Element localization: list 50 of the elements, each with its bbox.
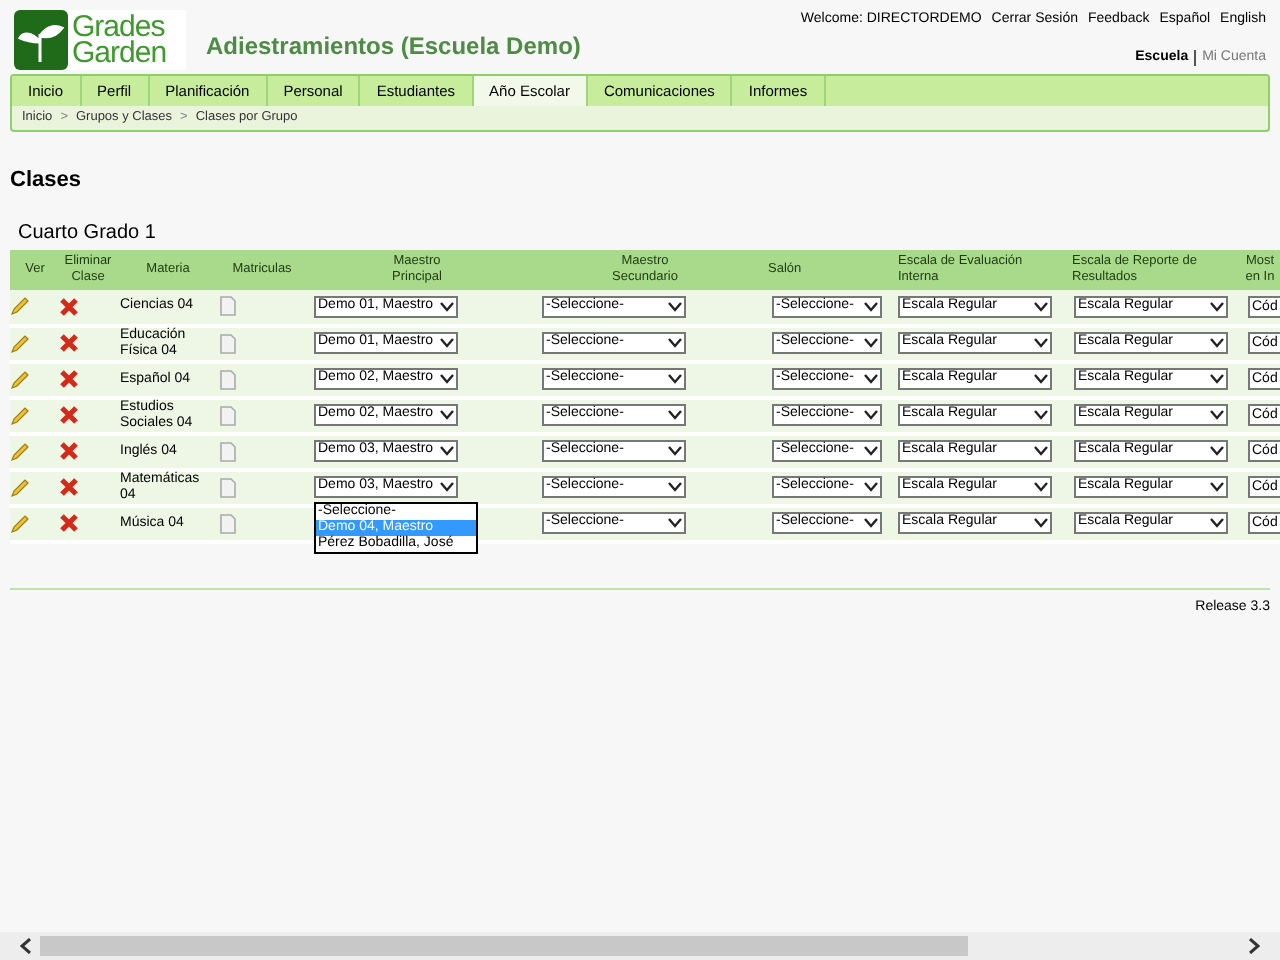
caret-icon <box>864 446 878 456</box>
site-title: Adiestramientos (Escuela Demo) <box>206 30 581 64</box>
delete-icon[interactable] <box>60 442 78 460</box>
caret-icon <box>1210 338 1224 348</box>
caret-icon <box>864 338 878 348</box>
caret-icon <box>864 301 878 311</box>
delete-icon[interactable] <box>60 406 78 424</box>
caret-icon <box>864 410 878 420</box>
delete-icon[interactable] <box>60 514 78 532</box>
caret-icon <box>864 482 878 492</box>
caret-icon <box>1034 301 1048 311</box>
caret-icon <box>668 338 682 348</box>
caret-icon <box>668 374 682 384</box>
caret-icon <box>440 410 454 420</box>
caret-icon <box>668 518 682 528</box>
caret-icon <box>440 301 454 311</box>
delete-icon[interactable] <box>60 334 78 352</box>
caret-icon <box>1034 482 1048 492</box>
scrollbar-thumb[interactable] <box>40 936 968 956</box>
caret-icon <box>440 374 454 384</box>
caret-icon <box>1034 374 1048 384</box>
page-heading: Clases <box>10 166 83 196</box>
caret-icon <box>440 482 454 492</box>
caret-icon <box>668 482 682 492</box>
logo-text: Grades <box>72 14 165 40</box>
logo-text: Garden <box>72 40 167 66</box>
caret-icon <box>1034 518 1048 528</box>
scroll-left-icon[interactable] <box>20 938 32 954</box>
caret-icon <box>1210 374 1224 384</box>
caret-icon <box>1210 410 1224 420</box>
caret-icon <box>1210 482 1224 492</box>
caret-icon <box>1034 338 1048 348</box>
scroll-right-icon[interactable] <box>1248 938 1260 954</box>
caret-icon <box>440 446 454 456</box>
caret-icon <box>1210 518 1224 528</box>
caret-icon <box>1034 410 1048 420</box>
caret-icon <box>1034 446 1048 456</box>
caret-icon <box>668 446 682 456</box>
delete-icon[interactable] <box>60 297 78 315</box>
horizontal-scrollbar[interactable] <box>0 932 1280 960</box>
caret-icon <box>1210 446 1224 456</box>
delete-icon[interactable] <box>60 478 78 496</box>
caret-icon <box>864 518 878 528</box>
delete-icon[interactable] <box>60 370 78 388</box>
caret-icon <box>440 338 454 348</box>
caret-icon <box>1210 301 1224 311</box>
caret-icon <box>668 301 682 311</box>
caret-icon <box>864 374 878 384</box>
caret-icon <box>668 410 682 420</box>
group-title: Cuarto Grado 1 <box>18 219 158 247</box>
